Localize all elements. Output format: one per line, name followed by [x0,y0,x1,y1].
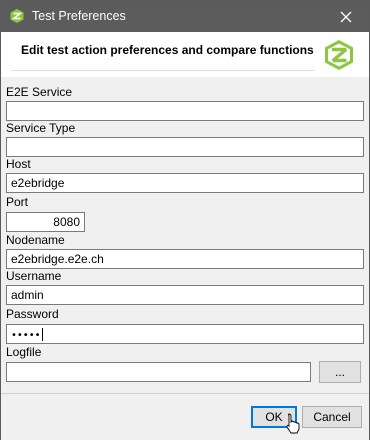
title-bar[interactable]: Test Preferences [1,1,369,32]
service-type-label: Service Type [6,121,76,135]
close-button[interactable] [323,1,369,32]
preferences-form: E2E Service Service Type Host e2ebridge … [1,77,369,393]
header-divider [11,70,315,71]
dialog-footer: OK Cancel [1,393,369,440]
text-caret [41,328,43,342]
password-input[interactable]: ••••• [6,324,364,344]
browse-logfile-button[interactable]: ... [319,361,361,383]
window-title: Test Preferences [32,9,126,23]
close-icon [340,11,352,22]
username-input[interactable]: admin [6,285,364,305]
e2e-logo-icon [322,38,356,72]
header-text: Edit test action preferences and compare… [21,43,314,57]
nodename-input[interactable]: e2ebridge.e2e.ch [6,249,364,269]
dialog-header: Edit test action preferences and compare… [1,32,369,78]
mouse-cursor-icon [286,413,300,434]
e2e-service-label: E2E Service [6,85,73,99]
app-logo-icon [9,8,25,24]
host-input[interactable]: e2ebridge [6,173,364,193]
nodename-label: Nodename [6,233,65,247]
e2e-service-input[interactable] [6,101,364,121]
username-label: Username [6,269,62,283]
service-type-input[interactable] [6,137,364,157]
password-mask: ••••• [11,330,41,341]
test-preferences-dialog: Test Preferences Edit test action prefer… [0,0,370,440]
port-input[interactable]: 8080 [6,212,85,232]
password-label: Password [6,307,59,321]
host-label: Host [6,157,31,171]
cancel-button[interactable]: Cancel [302,406,362,428]
logfile-input[interactable] [6,362,311,382]
port-label: Port [6,195,29,209]
logfile-label: Logfile [6,345,42,359]
